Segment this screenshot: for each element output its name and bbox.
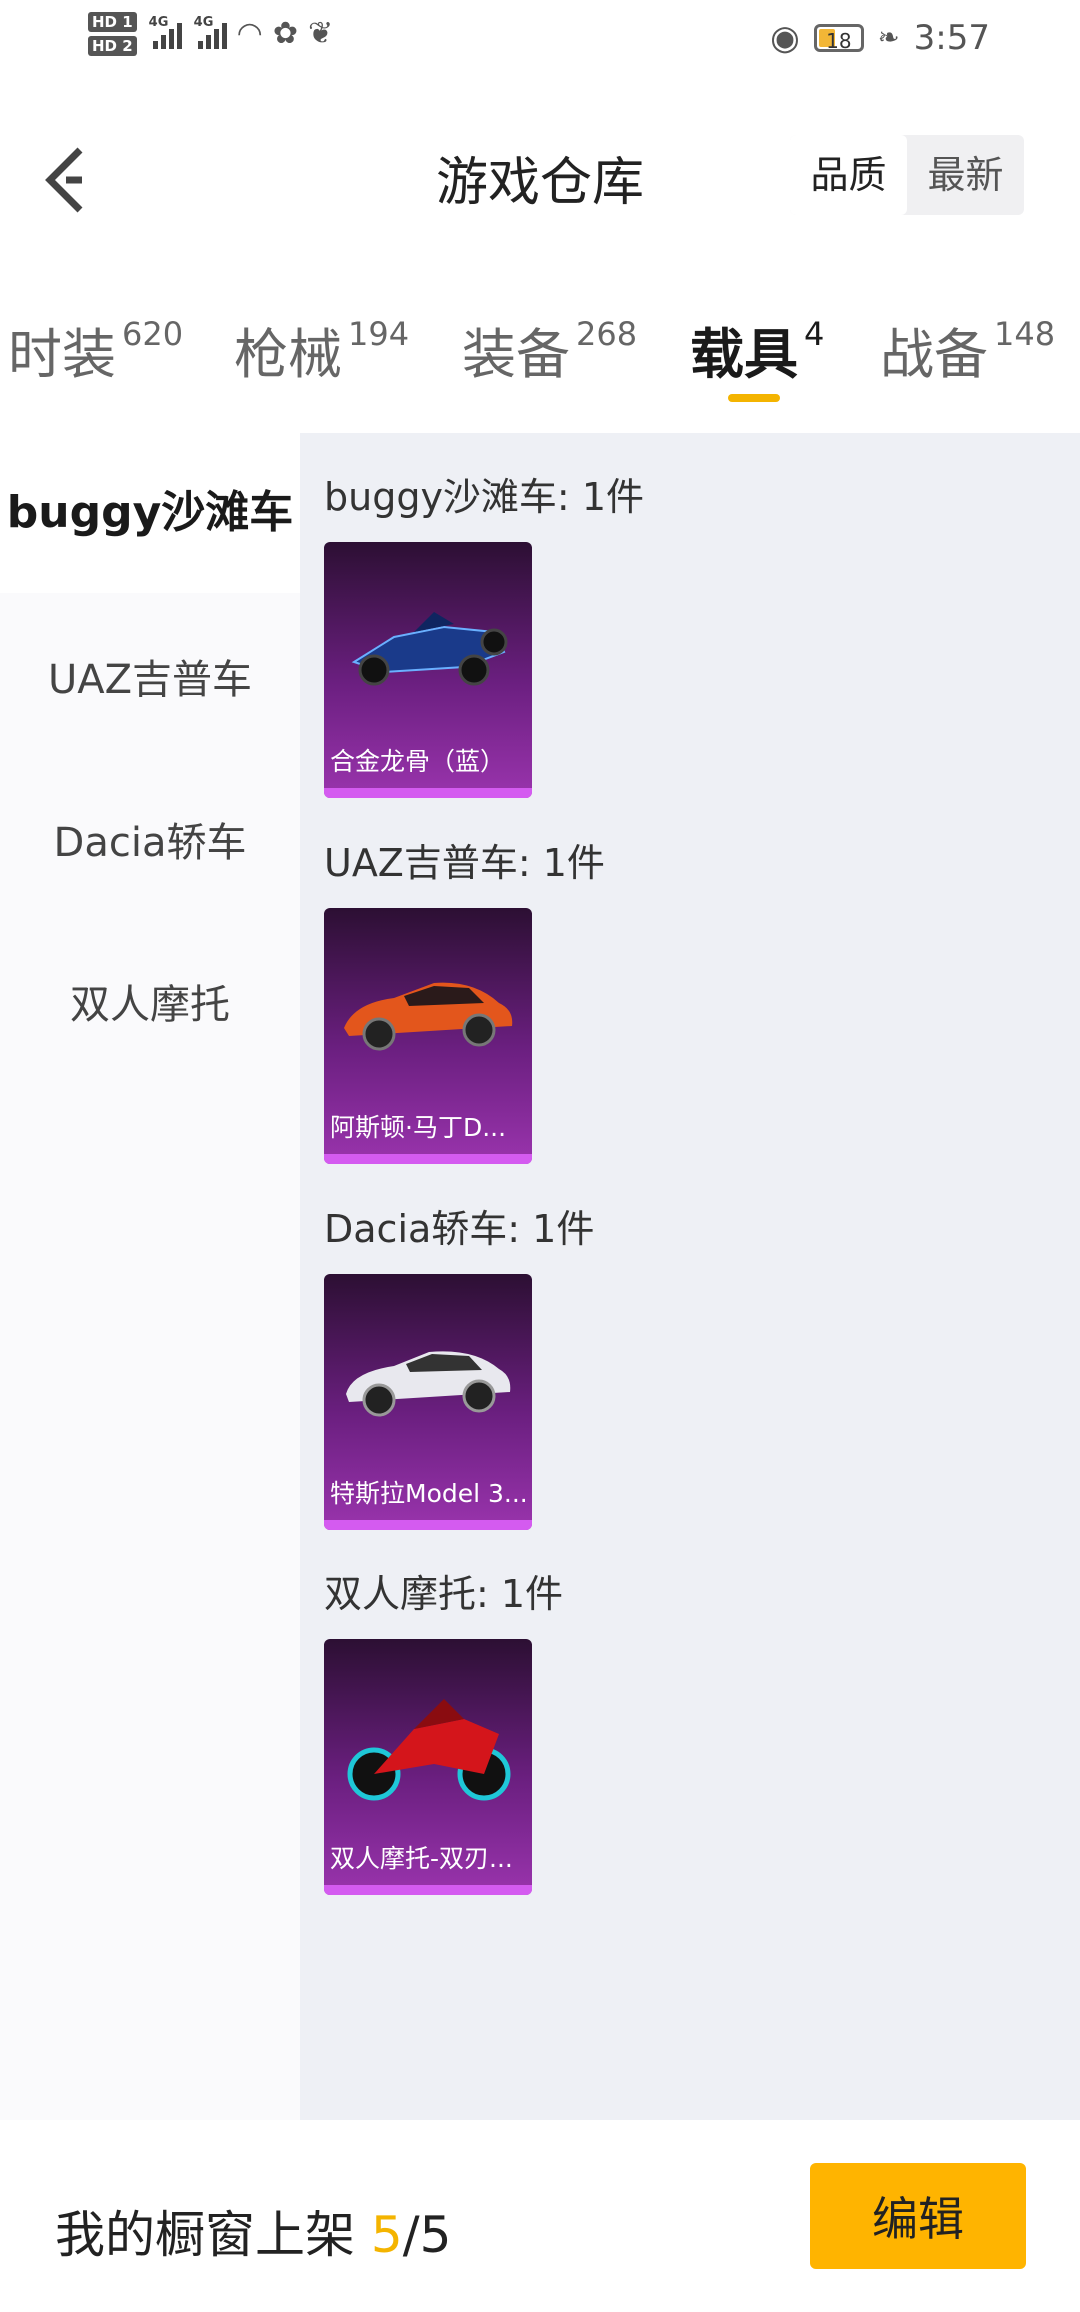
section-label-uaz: UAZ吉普车: 1件 — [324, 841, 605, 885]
shelf-total-count: /5 — [402, 2206, 452, 2264]
item-name: 双人摩托-双刃... — [330, 1844, 513, 1873]
tab-gear[interactable]: 战备 148 — [880, 310, 1055, 389]
edit-button[interactable]: 编辑 — [810, 2163, 1026, 2269]
rarity-stripe — [324, 1154, 532, 1164]
sim-badges: HD 1 HD 2 — [88, 12, 137, 56]
buggy-image — [351, 612, 508, 686]
item-card-buggy[interactable]: 合金龙骨（蓝） — [324, 542, 532, 798]
sort-toggle: 品质 最新 — [790, 135, 1024, 215]
sim2-badge: HD 2 — [88, 36, 137, 56]
shelf-status: 我的橱窗上架 5/5 — [55, 2206, 452, 2264]
tab-vehicles[interactable]: 载具 4 — [690, 310, 824, 389]
tab-equipment[interactable]: 装备 268 — [462, 310, 637, 389]
rarity-stripe — [324, 1520, 532, 1530]
signal-2-icon: 4G — [194, 15, 227, 49]
red-motorcycle-image — [347, 1699, 511, 1801]
sidebar-item-motorcycle[interactable]: 双人摩托 — [0, 955, 300, 1055]
sidebar-item-buggy[interactable]: buggy沙滩车 — [0, 433, 300, 593]
white-car-image — [346, 1351, 511, 1417]
item-card-uaz[interactable]: 阿斯顿·马丁D... — [324, 908, 532, 1164]
wechat-icon: ❦ — [308, 16, 334, 51]
section-label-motorcycle: 双人摩托: 1件 — [324, 1572, 564, 1616]
category-tabs: 时装 620 枪械 194 装备 268 载具 4 战备 148 — [0, 310, 1080, 420]
tab-fashion[interactable]: 时装 620 — [8, 310, 183, 389]
rarity-stripe — [324, 788, 532, 798]
item-name: 合金龙骨（蓝） — [330, 747, 506, 776]
battery-icon: 18 — [813, 24, 864, 53]
rarity-stripe — [324, 1885, 532, 1895]
sidebar-item-uaz[interactable]: UAZ吉普车 — [0, 630, 300, 730]
sidebar-item-dacia[interactable]: Dacia轿车 — [0, 793, 300, 893]
sim1-badge: HD 1 — [88, 12, 137, 32]
active-tab-indicator — [728, 394, 780, 402]
eye-icon: ◉ — [770, 18, 800, 58]
signal-1-icon: 4G — [149, 15, 182, 49]
sort-newest-button[interactable]: 最新 — [907, 135, 1024, 215]
leaf-icon: ❧ — [877, 23, 900, 53]
app-notification-icon: ✿ — [272, 16, 298, 51]
item-card-motorcycle[interactable]: 双人摩托-双刃... — [324, 1639, 532, 1895]
orange-car-image — [344, 982, 513, 1051]
status-bar: HD 1 HD 2 4G 4G ◠ ✿ ❦ ◉ 18 ❧ 3:57 — [0, 0, 1080, 80]
section-label-buggy: buggy沙滩车: 1件 — [324, 475, 644, 519]
shelf-current-count: 5 — [370, 2206, 403, 2264]
item-card-dacia[interactable]: 特斯拉Model 3... — [324, 1274, 532, 1530]
wifi-icon: ◠ — [236, 16, 263, 51]
item-name: 阿斯顿·马丁D... — [330, 1113, 507, 1142]
sort-quality-button[interactable]: 品质 — [790, 135, 907, 215]
clock: 3:57 — [913, 18, 990, 58]
tab-weapons[interactable]: 枪械 194 — [234, 310, 409, 389]
item-name: 特斯拉Model 3... — [330, 1479, 528, 1508]
section-label-dacia: Dacia轿车: 1件 — [324, 1207, 595, 1251]
